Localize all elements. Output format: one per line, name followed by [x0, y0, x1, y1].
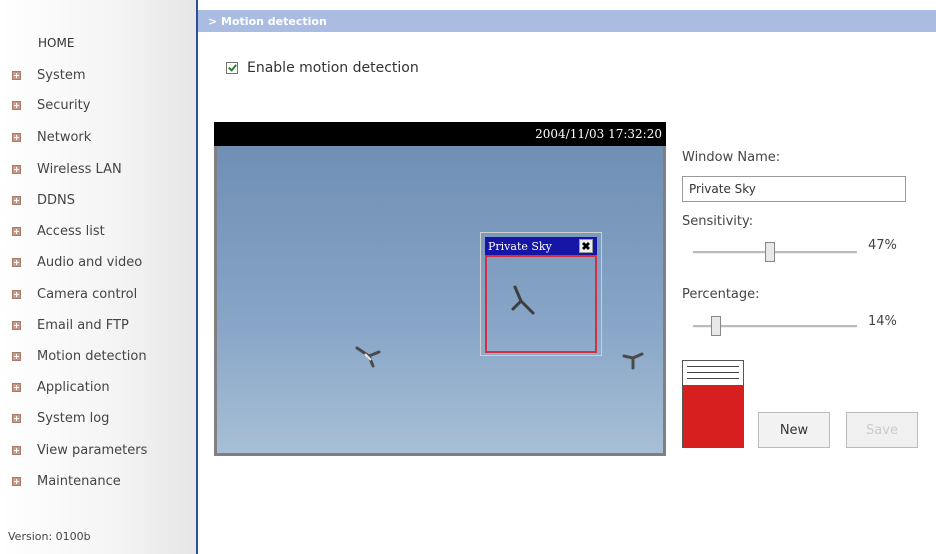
save-button[interactable]: Save: [846, 412, 918, 448]
expand-plus-icon: [12, 413, 21, 423]
expand-plus-icon: [12, 289, 21, 299]
bird-image: [355, 346, 381, 368]
sensitivity-value: 47%: [868, 238, 897, 253]
sensitivity-label: Sensitivity:: [682, 214, 754, 229]
section-header: > Motion detection: [198, 10, 936, 32]
sidebar-item-label: Audio and video: [37, 254, 143, 270]
sidebar-item-audio-and-video[interactable]: Audio and video: [12, 252, 142, 272]
window-name-label: Window Name:: [682, 150, 781, 165]
percentage-slider[interactable]: [693, 316, 857, 336]
sidebar-item-system[interactable]: System: [12, 65, 85, 85]
expand-plus-icon: [12, 70, 21, 80]
motion-level-fill: [683, 385, 743, 447]
camera-timestamp: 2004/11/03 17:32:20: [535, 127, 662, 141]
motion-detection-area[interactable]: [485, 255, 597, 353]
meter-line: [687, 372, 739, 373]
slider-handle[interactable]: [765, 242, 776, 262]
expand-plus-icon: [12, 132, 21, 142]
sidebar-item-motion-detection[interactable]: Motion detection: [12, 346, 147, 366]
meter-line: [687, 378, 739, 379]
sidebar-item-label: Maintenance: [37, 473, 121, 489]
sidebar-item-view-parameters[interactable]: View parameters: [12, 440, 147, 460]
window-name-input[interactable]: [682, 176, 906, 202]
sidebar-item-wireless-lan[interactable]: Wireless LAN: [12, 159, 122, 179]
motion-window-title-bar[interactable]: Private Sky ✖: [485, 237, 597, 255]
home-link[interactable]: HOME: [38, 36, 74, 50]
expand-plus-icon: [12, 351, 21, 361]
new-button[interactable]: New: [758, 412, 830, 448]
sidebar-item-access-list[interactable]: Access list: [12, 221, 105, 241]
sidebar: HOME System Security Network Wireless LA…: [0, 0, 196, 554]
sidebar-item-label: Wireless LAN: [37, 161, 122, 177]
meter-line: [687, 366, 739, 367]
close-icon[interactable]: ✖: [579, 239, 593, 253]
expand-plus-icon: [12, 100, 21, 110]
sidebar-item-network[interactable]: Network: [12, 127, 91, 147]
sidebar-item-label: DDNS: [37, 192, 75, 208]
motion-level-meter: [682, 360, 744, 448]
sidebar-item-label: Security: [37, 97, 91, 113]
sidebar-item-label: Access list: [37, 223, 105, 239]
sidebar-item-application[interactable]: Application: [12, 377, 110, 397]
slider-handle[interactable]: [710, 316, 721, 336]
expand-plus-icon: [12, 195, 21, 205]
expand-plus-icon: [12, 226, 21, 236]
enable-motion-detection-label: Enable motion detection: [247, 60, 419, 76]
sidebar-item-label: Motion detection: [37, 348, 147, 364]
sidebar-item-label: Network: [37, 129, 92, 145]
percentage-value: 14%: [868, 314, 897, 329]
sidebar-item-label: Application: [37, 379, 110, 395]
expand-plus-icon: [12, 257, 21, 267]
sidebar-item-camera-control[interactable]: Camera control: [12, 284, 137, 304]
expand-plus-icon: [12, 320, 21, 330]
enable-motion-detection-checkbox[interactable]: [226, 62, 238, 74]
expand-plus-icon: [12, 476, 21, 486]
sidebar-item-label: View parameters: [37, 442, 148, 458]
sidebar-item-maintenance[interactable]: Maintenance: [12, 471, 121, 491]
motion-window[interactable]: Private Sky ✖: [480, 232, 602, 356]
bird-image: [511, 285, 535, 315]
expand-plus-icon: [12, 164, 21, 174]
sensitivity-slider[interactable]: [693, 242, 857, 262]
sidebar-item-system-log[interactable]: System log: [12, 408, 109, 428]
version-text: Version: 0100b: [8, 530, 91, 543]
motion-window-title: Private Sky: [488, 239, 552, 253]
percentage-label: Percentage:: [682, 287, 760, 302]
camera-timestamp-bar: 2004/11/03 17:32:20: [214, 122, 666, 146]
sidebar-item-label: Email and FTP: [37, 317, 129, 333]
sidebar-item-label: System log: [37, 410, 110, 426]
expand-plus-icon: [12, 382, 21, 392]
sidebar-divider: [196, 0, 198, 554]
bird-image: [622, 352, 644, 370]
sidebar-item-ddns[interactable]: DDNS: [12, 190, 75, 210]
sidebar-item-email-and-ftp[interactable]: Email and FTP: [12, 315, 129, 335]
enable-motion-detection-row[interactable]: Enable motion detection: [226, 60, 419, 76]
sidebar-item-security[interactable]: Security: [12, 95, 90, 115]
sidebar-item-label: Camera control: [37, 286, 138, 302]
expand-plus-icon: [12, 445, 21, 455]
sidebar-item-label: System: [37, 67, 86, 83]
